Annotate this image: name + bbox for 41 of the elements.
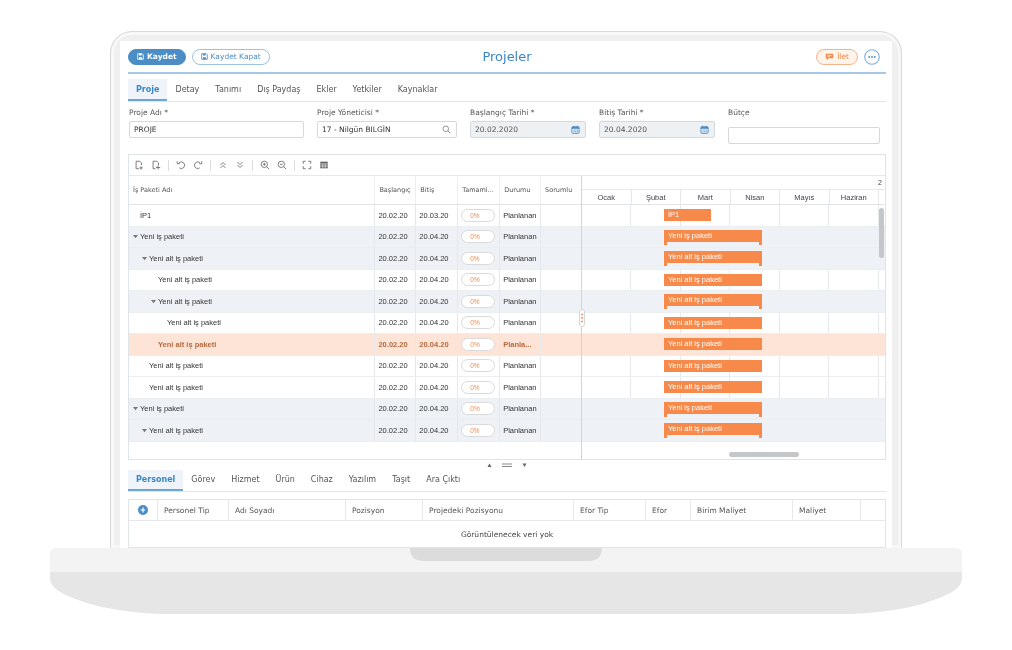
tab[interactable]: Hizmet: [223, 470, 268, 491]
tab[interactable]: Taşıt: [384, 470, 419, 491]
tab[interactable]: Personel: [128, 470, 184, 491]
tab[interactable]: Yazılım: [340, 470, 385, 491]
tab[interactable]: Kaynaklar: [389, 79, 446, 101]
tab[interactable]: Yetkiler: [344, 79, 390, 101]
tab[interactable]: Ara Çıktı: [418, 470, 469, 491]
double-chevron-down-icon[interactable]: [235, 160, 245, 170]
tab[interactable]: Cihaz: [302, 470, 341, 491]
resize-handle-icon[interactable]: [487, 462, 527, 468]
tab[interactable]: Tanımı: [207, 79, 250, 101]
caret-down-icon[interactable]: [133, 234, 138, 240]
caret-down-icon[interactable]: [142, 427, 147, 433]
caret-down-icon[interactable]: [151, 298, 156, 304]
zoom-in-icon[interactable]: [260, 160, 270, 170]
tab[interactable]: Detay: [167, 79, 208, 101]
tab[interactable]: Dış Paydaş: [249, 79, 309, 101]
tab[interactable]: Görev: [183, 470, 224, 491]
scrollbar-thumb[interactable]: [729, 452, 799, 457]
save-icon: [137, 53, 144, 60]
chat-bubble-icon: [825, 52, 835, 61]
search-icon[interactable]: [442, 125, 451, 134]
zoom-out-icon[interactable]: [277, 160, 287, 170]
add-icon[interactable]: [138, 505, 148, 515]
table-icon[interactable]: [319, 160, 329, 170]
page-plus-icon[interactable]: [134, 160, 144, 170]
caret-down-icon[interactable]: [142, 255, 147, 261]
scrollbar-thumb[interactable]: [879, 208, 884, 258]
tab[interactable]: Ekler: [308, 79, 345, 101]
drag-handle-icon[interactable]: [579, 309, 585, 327]
tab[interactable]: Ürün: [267, 470, 303, 491]
page-plus-icon[interactable]: [151, 160, 161, 170]
more-options-icon[interactable]: [864, 48, 880, 65]
undo-icon[interactable]: [176, 160, 186, 170]
save-icon: [200, 53, 208, 60]
text-field[interactable]: [728, 127, 880, 144]
redo-icon[interactable]: [193, 160, 203, 170]
double-chevron-up-icon[interactable]: [218, 160, 228, 170]
page-title: Projeler: [482, 49, 532, 64]
fullscreen-icon[interactable]: [302, 160, 312, 170]
caret-down-icon[interactable]: [133, 406, 138, 412]
